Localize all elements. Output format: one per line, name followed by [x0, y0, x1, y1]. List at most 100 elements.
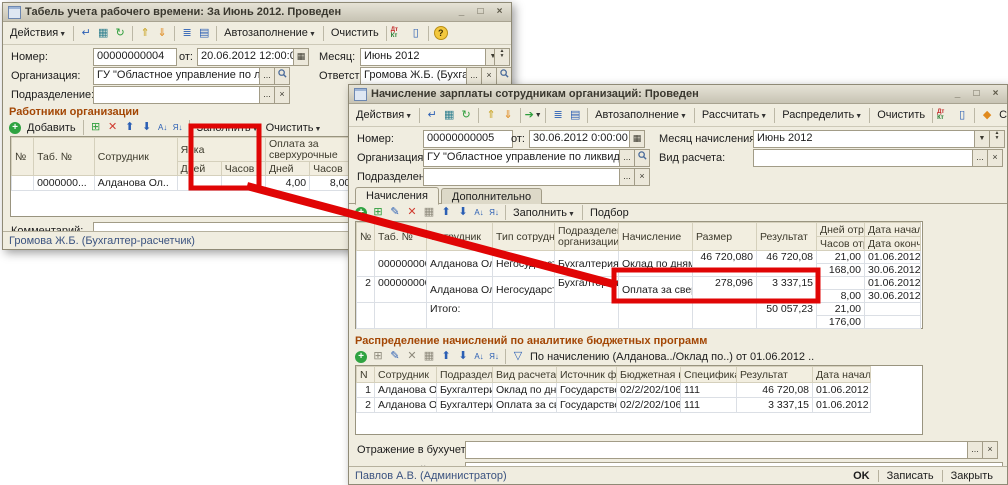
tips-button[interactable]: Советы — [996, 109, 1008, 121]
tab-additional[interactable]: Дополнительно — [441, 188, 542, 204]
fill-menu[interactable]: Заполнить▼ — [510, 207, 578, 219]
payroll-titlebar[interactable]: Начисление зарплаты сотрудникам организа… — [349, 85, 1007, 104]
org-magnifier-icon[interactable] — [274, 67, 290, 85]
reread-icon[interactable]: ↻ — [112, 26, 128, 41]
add-copy-icon[interactable]: ⊞ — [370, 349, 386, 364]
close-icon[interactable]: × — [493, 4, 506, 20]
clear-menu[interactable]: Очистить▼ — [263, 122, 325, 134]
resp-magnifier-icon[interactable] — [496, 67, 512, 85]
reread-icon[interactable]: ↻ — [458, 108, 474, 123]
delete-row-icon[interactable]: ✕ — [404, 205, 420, 220]
resp-clear-icon[interactable]: × — [481, 67, 497, 85]
calc-kind-clear-icon[interactable]: × — [987, 149, 1003, 167]
ok-button[interactable]: OK — [845, 470, 878, 482]
maximize-icon[interactable]: □ — [970, 86, 983, 102]
distribute-menu[interactable]: Распределить▼ — [779, 109, 865, 121]
calendar-icon[interactable]: ▦ — [629, 130, 645, 148]
add-row-icon[interactable]: + — [353, 205, 369, 220]
post-values-icon[interactable]: ▦ — [95, 26, 111, 41]
pick-button[interactable]: Подбор — [587, 207, 632, 219]
close-button[interactable]: Закрыть — [943, 470, 1001, 482]
actions-menu[interactable]: Действия▼ — [353, 109, 415, 121]
org-select-button[interactable]: ... — [259, 67, 275, 85]
clear-button[interactable]: Очистить — [328, 27, 382, 39]
org-input[interactable]: ГУ "Областное управление по ликв — [93, 67, 261, 85]
reflection-input[interactable] — [465, 441, 969, 459]
month-input[interactable]: Июнь 2012 — [360, 48, 488, 66]
dept-select-button[interactable]: ... — [259, 86, 275, 104]
move-down-icon[interactable]: ⬇ — [455, 349, 471, 364]
table-row[interactable]: 2 0000000003 Алданова Ольга Николаевна Н… — [357, 277, 921, 290]
list-settings-icon[interactable]: ≣ — [550, 108, 566, 123]
month-spin-icon[interactable]: ▲▼ — [494, 48, 510, 66]
dept-select-button[interactable]: ... — [619, 168, 635, 186]
sort-asc-icon[interactable]: А↓ — [156, 120, 170, 135]
org-input[interactable]: ГУ "Областное управление по ликвидации Ч… — [423, 149, 621, 167]
resp-select-button[interactable]: ... — [466, 67, 482, 85]
table-row[interactable]: 1 Алданова Ольга ... Бухгалтерия Оклад п… — [357, 383, 871, 398]
dept-input[interactable] — [423, 168, 621, 186]
maximize-icon[interactable]: □ — [474, 4, 487, 20]
go-to-icon[interactable]: ➔▼ — [525, 108, 541, 123]
edit-row-icon[interactable]: ✎ — [387, 205, 403, 220]
actions-menu[interactable]: Действия▼ — [7, 27, 69, 39]
help-icon[interactable]: ? — [433, 26, 449, 41]
edit-row-icon[interactable]: ✎ — [387, 349, 403, 364]
save-icon[interactable]: ▦ — [421, 349, 437, 364]
table-row[interactable]: 2 Алданова Ольга ... Бухгалтерия Оплата … — [357, 398, 871, 413]
copy-rows-in-icon[interactable]: ⇑ — [483, 108, 499, 123]
autofill-menu[interactable]: Автозаполнение▼ — [221, 27, 319, 39]
add-row-icon[interactable]: + — [7, 120, 23, 135]
month-spin-icon[interactable]: ▲▼ — [989, 130, 1005, 148]
post-document-icon[interactable]: ↵ — [424, 108, 440, 123]
table-row[interactable]: 1 0000000003 Алданова Ольга Николаевна Н… — [357, 251, 921, 264]
overtime-accrual-cell[interactable]: Оплата за сверхурочные — [619, 277, 693, 303]
timesheet-titlebar[interactable]: Табель учета рабочего времени: За Июнь 2… — [3, 3, 511, 22]
structure-icon[interactable]: ▤ — [196, 26, 212, 41]
reflection-clear-icon[interactable]: × — [982, 441, 998, 459]
clear-button[interactable]: Очистить — [874, 109, 928, 121]
add-copy-icon[interactable]: ⊞ — [370, 205, 386, 220]
filter-icon[interactable]: ▽ — [510, 349, 526, 364]
date-input[interactable]: 20.06.2012 12:00:00 — [197, 48, 297, 66]
post-values-icon[interactable]: ▦ — [441, 108, 457, 123]
number-input[interactable]: 00000000005 — [423, 130, 513, 148]
move-down-icon[interactable]: ⬇ — [139, 120, 155, 135]
calendar-icon[interactable]: ▦ — [293, 48, 309, 66]
overtime-days-cell[interactable]: 4,00 — [265, 176, 309, 191]
sort-desc-icon[interactable]: Я↓ — [487, 205, 501, 220]
close-icon[interactable]: × — [989, 86, 1002, 102]
org-magnifier-icon[interactable] — [634, 149, 650, 167]
copy-rows-in-icon[interactable]: ⇑ — [137, 26, 153, 41]
calc-kind-input[interactable] — [753, 149, 975, 167]
autofill-menu[interactable]: Автозаполнение▼ — [592, 109, 690, 121]
reflection-select-button[interactable]: ... — [967, 441, 983, 459]
dtkt-icon[interactable]: ДтКт — [391, 26, 407, 41]
list-settings-icon[interactable]: ≣ — [179, 26, 195, 41]
sort-asc-icon[interactable]: А↓ — [472, 205, 486, 220]
delete-row-icon[interactable]: ✕ — [404, 349, 420, 364]
journal-icon[interactable]: ▯ — [954, 108, 970, 123]
org-select-button[interactable]: ... — [619, 149, 635, 167]
move-up-icon[interactable]: ⬆ — [122, 120, 138, 135]
month-dropdown-icon[interactable]: ▼ — [974, 130, 990, 148]
advice-icon[interactable]: ◆ — [979, 108, 995, 123]
move-up-icon[interactable]: ⬆ — [438, 205, 454, 220]
sort-desc-icon[interactable]: Я↓ — [487, 349, 501, 364]
fill-menu[interactable]: Заполнить▼ — [194, 122, 262, 134]
add-copy-icon[interactable]: ⊞ — [88, 120, 104, 135]
add-row-button[interactable]: Добавить — [24, 122, 79, 134]
sort-asc-icon[interactable]: А↓ — [472, 349, 486, 364]
dept-clear-icon[interactable]: × — [274, 86, 290, 104]
calculate-menu[interactable]: Рассчитать▼ — [699, 109, 770, 121]
post-document-icon[interactable]: ↵ — [78, 26, 94, 41]
delete-row-icon[interactable]: ✕ — [105, 120, 121, 135]
journal-icon[interactable]: ▯ — [408, 26, 424, 41]
sort-desc-icon[interactable]: Я↓ — [171, 120, 185, 135]
resp-input[interactable]: Громова Ж.Б. (Бухгалтер-расчетч — [360, 67, 470, 85]
number-input[interactable]: 00000000004 — [93, 48, 177, 66]
dtkt-icon[interactable]: ДтКт — [937, 108, 953, 123]
month-input[interactable]: Июнь 2012 — [753, 130, 977, 148]
move-up-icon[interactable]: ⬆ — [438, 349, 454, 364]
date-input[interactable]: 30.06.2012 0:00:00 — [529, 130, 633, 148]
